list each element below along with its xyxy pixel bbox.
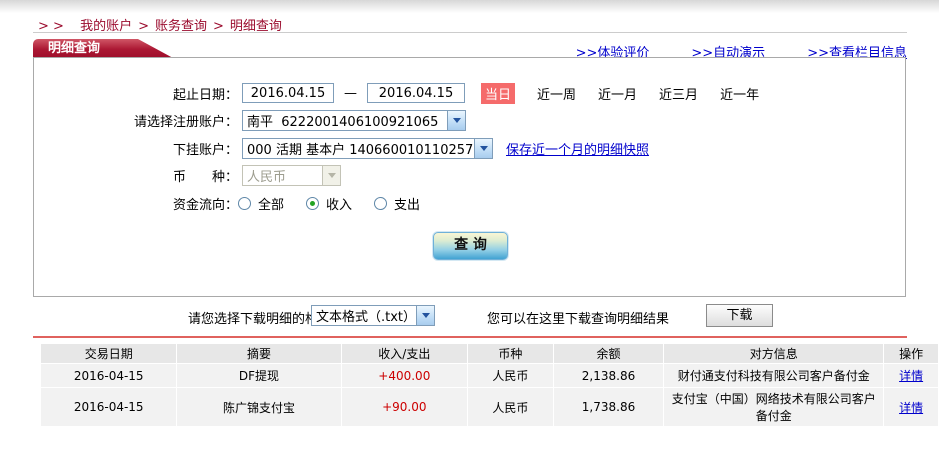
radio-all-label: 全部 — [258, 197, 285, 213]
download-button[interactable]: 下载 — [706, 304, 773, 327]
chevron-down-icon — [452, 117, 461, 123]
today-button[interactable]: 当日 — [481, 82, 516, 104]
fund-flow-label: 资金流向： — [172, 197, 238, 213]
top-gradient — [0, 0, 939, 13]
register-account-label: 请选择注册账户： — [133, 114, 238, 130]
currency-row: 币 种： 人民币 — [34, 164, 905, 186]
radio-icon[interactable] — [374, 196, 388, 210]
header-trade-date: 交易日期 — [41, 344, 177, 363]
table-row: 2016-04-15 陈广锦支付宝 +90.00 人民币 1,738.86 支付… — [41, 388, 938, 426]
page: > > 我的账户 > 账务查询 > 明细查询 明细查询 >>体验评价 >>自动演示 >>… — [0, 0, 939, 459]
date-range-row: 起止日期： — 当日 近一周 近一月 近三月 近一年 — [34, 82, 905, 104]
radio-income-label: 收入 — [326, 197, 353, 213]
cell-summary: 陈广锦支付宝 — [177, 388, 341, 426]
query-form-panel: 起止日期： — 当日 近一周 近一月 近三月 近一年 请选择注册账户： 南平 6… — [33, 57, 906, 297]
cell-summary: DF提现 — [177, 364, 341, 387]
table-top-divider — [33, 336, 907, 338]
download-format-label: 请您选择下载明细的格式 — [188, 312, 332, 327]
cell-balance: 1,738.86 — [553, 388, 664, 426]
query-button[interactable]: 查 询 — [433, 232, 508, 260]
breadcrumb-divider — [33, 32, 907, 33]
radio-income[interactable]: 收入 — [306, 194, 352, 213]
last-month-link[interactable]: 近一月 — [598, 84, 637, 103]
cell-counterparty: 支付宝（中国）网络技术有限公司客户备付金 — [664, 388, 884, 426]
fund-flow-row: 资金流向： 全部 收入 支出 — [34, 192, 905, 214]
radio-icon[interactable] — [238, 196, 251, 210]
currency-value: 人民币 — [247, 169, 287, 185]
chevron-down-icon — [421, 313, 430, 318]
cell-trade-date: 2016-04-15 — [41, 388, 177, 426]
detail-link[interactable]: 详情 — [899, 401, 923, 415]
register-account-select[interactable]: 南平 6222001406100921065 灵通卡 — [242, 109, 466, 131]
download-format-select[interactable]: 文本格式（.txt） — [311, 305, 435, 326]
date-range-separator: — — [344, 85, 357, 101]
start-date-input[interactable] — [242, 83, 334, 103]
register-account-value: 南平 6222001406100921065 灵通卡 — [247, 114, 447, 130]
last-week-link[interactable]: 近一周 — [537, 84, 576, 103]
header-income-expense: 收入/支出 — [341, 344, 468, 363]
register-account-row: 请选择注册账户： 南平 6222001406100921065 灵通卡 — [34, 109, 905, 131]
radio-dot-icon — [310, 200, 316, 206]
date-range-label: 起止日期： — [172, 87, 238, 103]
chevron-down-icon — [479, 145, 488, 151]
header-balance: 余额 — [553, 344, 664, 363]
cell-balance: 2,138.86 — [553, 364, 664, 387]
cell-trade-date: 2016-04-15 — [41, 364, 177, 387]
header-currency: 币种 — [468, 344, 553, 363]
cell-currency: 人民币 — [468, 388, 553, 426]
sub-account-select[interactable]: 000 活期 基本户 1406600101102571848 — [242, 137, 493, 159]
select-arrow-button[interactable] — [474, 138, 492, 158]
radio-expense-label: 支出 — [394, 197, 421, 213]
header-counterparty: 对方信息 — [664, 344, 884, 363]
quick-range-links: 近一周 近一月 近三月 近一年 — [537, 84, 759, 103]
sub-account-value: 000 活期 基本户 1406600101102571848 — [247, 142, 474, 158]
select-arrow-button[interactable] — [416, 306, 434, 325]
save-monthly-snapshot-link[interactable]: 保存近一个月的明细快照 — [506, 139, 649, 158]
sub-account-label: 下挂账户： — [172, 142, 238, 158]
transaction-table: 交易日期 摘要 收入/支出 币种 余额 对方信息 操作 2016-04-15 D… — [40, 343, 939, 427]
download-hint-label: 您可以在这里下载查询明细结果 — [487, 312, 670, 327]
radio-icon[interactable] — [306, 196, 320, 210]
header-action: 操作 — [884, 344, 938, 363]
detail-link[interactable]: 详情 — [899, 369, 923, 383]
last-year-link[interactable]: 近一年 — [720, 84, 759, 103]
end-date-input[interactable] — [367, 83, 465, 103]
select-arrow-button — [322, 165, 340, 185]
sub-account-row: 下挂账户： 000 活期 基本户 1406600101102571848 保存近… — [34, 137, 905, 159]
header-summary: 摘要 — [177, 344, 341, 363]
download-format-value: 文本格式（.txt） — [316, 310, 416, 325]
table-header-row: 交易日期 摘要 收入/支出 币种 余额 对方信息 操作 — [41, 344, 938, 363]
radio-all[interactable]: 全部 — [238, 194, 284, 213]
currency-select-disabled: 人民币 — [242, 164, 341, 186]
cell-amount: +400.00 — [341, 364, 468, 387]
cell-amount: +90.00 — [341, 388, 468, 426]
last-three-months-link[interactable]: 近三月 — [659, 84, 698, 103]
cell-currency: 人民币 — [468, 364, 553, 387]
radio-expense[interactable]: 支出 — [374, 194, 420, 213]
select-arrow-button[interactable] — [447, 110, 465, 130]
currency-label: 币 种： — [172, 169, 238, 185]
table-row: 2016-04-15 DF提现 +400.00 人民币 2,138.86 财付通… — [41, 364, 938, 387]
chevron-down-icon — [327, 172, 336, 178]
cell-counterparty: 财付通支付科技有限公司客户备付金 — [664, 364, 884, 387]
